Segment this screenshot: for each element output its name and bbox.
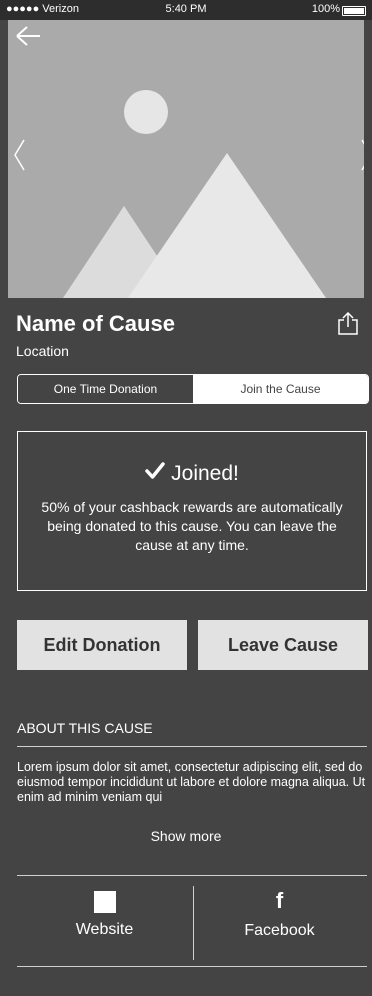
external-links: Website f Facebook: [17, 876, 367, 966]
battery-icon: [342, 6, 366, 16]
facebook-icon: f: [275, 888, 284, 913]
links-bottom-divider: [17, 966, 367, 967]
facebook-link[interactable]: f Facebook: [192, 876, 367, 966]
status-bar: ●●●●● Verizon 5:40 PM 100%: [0, 0, 372, 20]
leave-cause-button[interactable]: Leave Cause: [198, 620, 368, 670]
website-link[interactable]: Website: [17, 876, 192, 966]
phone-screen: ●●●●● Verizon 5:40 PM 100% Name of Cause…: [0, 0, 372, 996]
facebook-label: Facebook: [244, 922, 315, 939]
cause-location: Location: [16, 343, 69, 359]
joined-heading-row: Joined!: [18, 462, 366, 486]
show-more-link[interactable]: Show more: [0, 828, 372, 844]
checkmark-icon: [145, 462, 165, 486]
edit-donation-button[interactable]: Edit Donation: [17, 620, 187, 670]
joined-message: 50% of your cashback rewards are automat…: [41, 499, 343, 553]
website-icon: [93, 891, 116, 913]
battery-percent: 100%: [311, 3, 340, 15]
website-label: Website: [75, 921, 134, 938]
joined-heading: Joined!: [171, 462, 239, 485]
share-icon[interactable]: [336, 311, 360, 341]
tab-join-the-cause[interactable]: Join the Cause: [193, 375, 368, 403]
hero-image-carousel[interactable]: [8, 20, 364, 298]
tab-one-time-donation[interactable]: One Time Donation: [18, 375, 193, 403]
joined-status-panel: Joined! 50% of your cashback rewards are…: [17, 431, 367, 591]
donation-type-tabs: One Time Donation Join the Cause: [17, 374, 369, 404]
about-divider: [17, 746, 367, 747]
cause-title: Name of Cause: [16, 311, 175, 336]
about-text: Lorem ipsum dolor sit amet, consectetur …: [17, 760, 366, 804]
image-placeholder-icon: [63, 90, 326, 298]
about-heading: ABOUT THIS CAUSE: [17, 720, 153, 736]
